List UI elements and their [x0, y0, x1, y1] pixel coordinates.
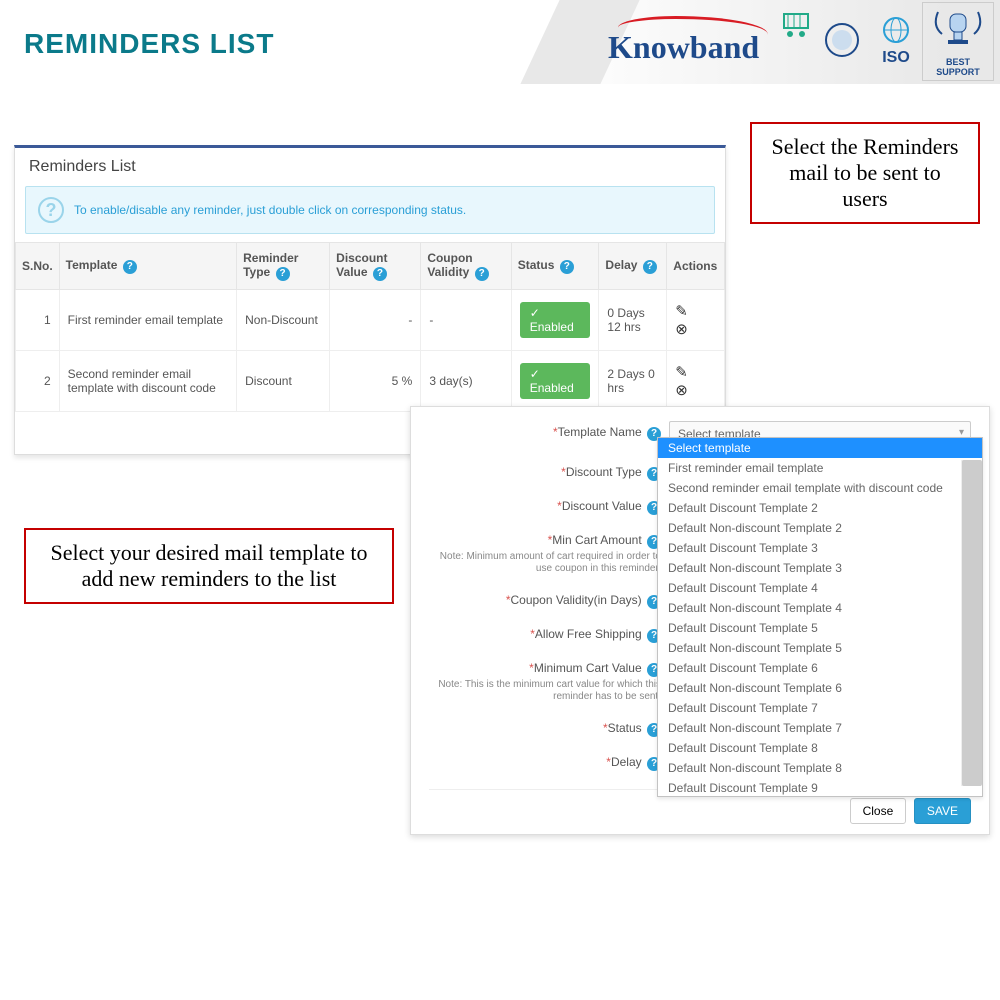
cell-delay: 0 Days 12 hrs: [599, 290, 667, 351]
dropdown-option[interactable]: Default Discount Template 2: [658, 498, 982, 518]
reminders-table: S.No. Template ? Reminder Type ? Discoun…: [15, 242, 725, 412]
th-status: Status ?: [511, 243, 599, 290]
th-coupon: Coupon Validity ?: [421, 243, 511, 290]
dropdown-option[interactable]: Second reminder email template with disc…: [658, 478, 982, 498]
page-title: REMINDERS LIST: [24, 28, 274, 60]
cart-icon: [778, 8, 818, 40]
dropdown-option[interactable]: Select template: [658, 438, 982, 458]
template-dropdown-list[interactable]: Select templateFirst reminder email temp…: [657, 437, 983, 797]
cell-type: Non-Discount: [237, 290, 330, 351]
iso-text-badge: ISO: [876, 16, 916, 67]
help-icon[interactable]: ?: [643, 260, 657, 274]
close-button[interactable]: Close: [850, 798, 907, 824]
cell-template: First reminder email template: [59, 290, 236, 351]
info-message: ? To enable/disable any reminder, just d…: [25, 186, 715, 234]
info-text: To enable/disable any reminder, just dou…: [74, 203, 466, 217]
table-header-row: S.No. Template ? Reminder Type ? Discoun…: [16, 243, 725, 290]
dropdown-option[interactable]: Default Non-discount Template 7: [658, 718, 982, 738]
th-delay: Delay ?: [599, 243, 667, 290]
th-template: Template ?: [59, 243, 236, 290]
dropdown-option[interactable]: First reminder email template: [658, 458, 982, 478]
knowband-logo: Knowband: [608, 12, 808, 72]
cell-coupon: 3 day(s): [421, 351, 511, 412]
header-logos: Knowband ISO BEST SUPPORT: [608, 2, 994, 81]
note-min-cart-value: Note: This is the minimum cart value for…: [429, 679, 661, 703]
cell-coupon: -: [421, 290, 511, 351]
dropdown-option[interactable]: Default Non-discount Template 5: [658, 638, 982, 658]
globe-icon: [876, 16, 916, 44]
th-actions: Actions: [667, 243, 725, 290]
th-discount: Discount Value ?: [330, 243, 421, 290]
panel-title: Reminders List: [15, 148, 725, 186]
cell-discount: -: [330, 290, 421, 351]
label-discount-value: Discount Value: [562, 499, 642, 513]
cell-actions: ✎ ⊗: [667, 351, 725, 412]
label-discount-type: Discount Type: [566, 465, 642, 479]
dropdown-option[interactable]: Default Non-discount Template 2: [658, 518, 982, 538]
help-icon[interactable]: ?: [276, 267, 290, 281]
dropdown-option[interactable]: Default Non-discount Template 3: [658, 558, 982, 578]
page-header: REMINDERS LIST Knowband ISO BEST SUPPORT: [0, 0, 1000, 84]
cell-discount: 5 %: [330, 351, 421, 412]
cell-sno: 2: [16, 351, 60, 412]
label-min-cart-value: Minimum Cart Value: [534, 661, 642, 675]
help-icon[interactable]: ?: [123, 260, 137, 274]
callout-bottom: Select your desired mail template to add…: [24, 528, 394, 604]
dropdown-option[interactable]: Default Discount Template 5: [658, 618, 982, 638]
help-icon[interactable]: ?: [475, 267, 489, 281]
dropdown-option[interactable]: Default Discount Template 8: [658, 738, 982, 758]
cell-status[interactable]: Enabled: [511, 351, 599, 412]
delete-icon[interactable]: ⊗: [675, 321, 692, 338]
save-button[interactable]: SAVE: [914, 798, 971, 824]
help-circle-icon: ?: [38, 197, 64, 223]
dropdown-option[interactable]: Default Discount Template 7: [658, 698, 982, 718]
th-sno: S.No.: [16, 243, 60, 290]
edit-icon[interactable]: ✎: [675, 364, 692, 381]
dropdown-option[interactable]: Default Discount Template 3: [658, 538, 982, 558]
cell-template: Second reminder email template with disc…: [59, 351, 236, 412]
best-support-badge: BEST SUPPORT: [922, 2, 994, 81]
cell-status[interactable]: Enabled: [511, 290, 599, 351]
cell-sno: 1: [16, 290, 60, 351]
delete-icon[interactable]: ⊗: [675, 382, 692, 399]
th-type: Reminder Type ?: [237, 243, 330, 290]
label-free-shipping: Allow Free Shipping: [535, 627, 642, 641]
label-delay: Delay: [611, 755, 642, 769]
dropdown-option[interactable]: Default Non-discount Template 4: [658, 598, 982, 618]
cell-type: Discount: [237, 351, 330, 412]
help-icon[interactable]: ?: [560, 260, 574, 274]
callout-top: Select the Reminders mail to be sent to …: [750, 122, 980, 224]
dropdown-option[interactable]: Default Discount Template 4: [658, 578, 982, 598]
dropdown-option[interactable]: Default Non-discount Template 6: [658, 678, 982, 698]
label-min-cart: Min Cart Amount: [552, 533, 641, 547]
iso-cert-badge-icon: [814, 20, 870, 64]
dropdown-option[interactable]: Default Discount Template 6: [658, 658, 982, 678]
note-min-cart: Note: Minimum amount of cart required in…: [429, 551, 661, 575]
table-row: 2Second reminder email template with dis…: [16, 351, 725, 412]
label-status: Status: [608, 721, 642, 735]
dropdown-option[interactable]: Default Non-discount Template 8: [658, 758, 982, 778]
label-coupon-validity: Coupon Validity(in Days): [510, 593, 641, 607]
trophy-icon: [928, 6, 988, 54]
edit-icon[interactable]: ✎: [675, 303, 692, 320]
cell-delay: 2 Days 0 hrs: [599, 351, 667, 412]
label-template-name: Template Name: [558, 425, 642, 439]
help-icon[interactable]: ?: [373, 267, 387, 281]
cell-actions: ✎ ⊗: [667, 290, 725, 351]
table-row: 1First reminder email templateNon-Discou…: [16, 290, 725, 351]
dropdown-option[interactable]: Default Discount Template 9: [658, 778, 982, 797]
reminder-form-panel: *Template Name ? Select template Select …: [410, 406, 990, 835]
